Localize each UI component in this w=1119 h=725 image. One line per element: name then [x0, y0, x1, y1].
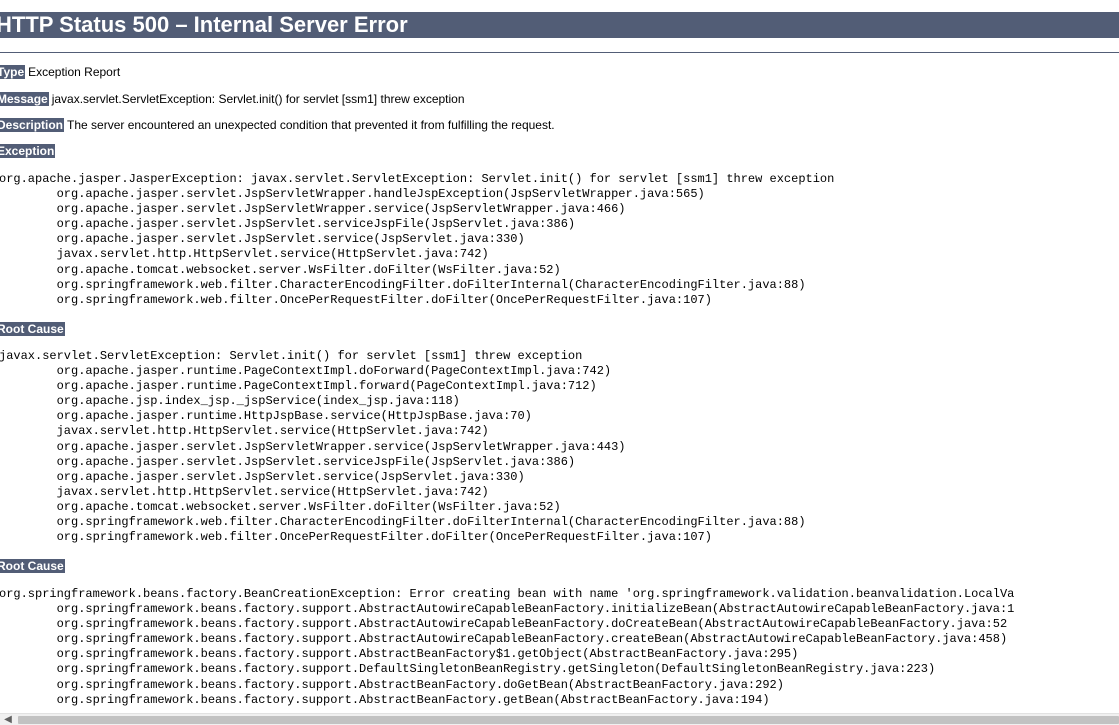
exception-stack-trace: org.apache.jasper.JasperException: javax… [0, 172, 835, 307]
root-cause-heading-1: Root Cause [0, 322, 65, 337]
error-page: HTTP Status 500 – Internal Server Error … [0, 12, 1119, 707]
type-row: TypeException Report [0, 65, 120, 80]
message-row: Message javax.servlet.ServletException: S… [0, 92, 465, 107]
description-label: Description [0, 118, 65, 132]
root-cause-label-2: Root Cause [0, 559, 65, 573]
browser-viewport: HTTP Status 500 – Internal Server Error … [0, 0, 1119, 725]
scrollbar-thumb[interactable] [18, 716, 1119, 724]
type-label: Type [0, 65, 26, 79]
description-value: The server encountered an unexpected con… [67, 118, 555, 132]
chevron-left-icon[interactable]: ◀ [2, 714, 14, 725]
description-row: Description The server encountered an une… [0, 118, 555, 133]
root-cause-stack-trace-2: org.springframework.beans.factory.BeanCr… [0, 587, 1015, 707]
root-cause-heading-2: Root Cause [0, 559, 65, 574]
exception-heading: Exception [0, 144, 56, 159]
root-cause-label-1: Root Cause [0, 322, 65, 336]
exception-label: Exception [0, 144, 56, 158]
type-value: Exception Report [28, 65, 121, 79]
title-divider [0, 52, 1119, 53]
horizontal-scrollbar[interactable]: ◀ [0, 713, 1119, 725]
page-title: HTTP Status 500 – Internal Server Error [0, 12, 1119, 38]
message-label: Message [0, 92, 49, 106]
message-value: javax.servlet.ServletException: Servlet.… [51, 92, 465, 106]
root-cause-stack-trace-1: javax.servlet.ServletException: Servlet.… [0, 349, 806, 545]
